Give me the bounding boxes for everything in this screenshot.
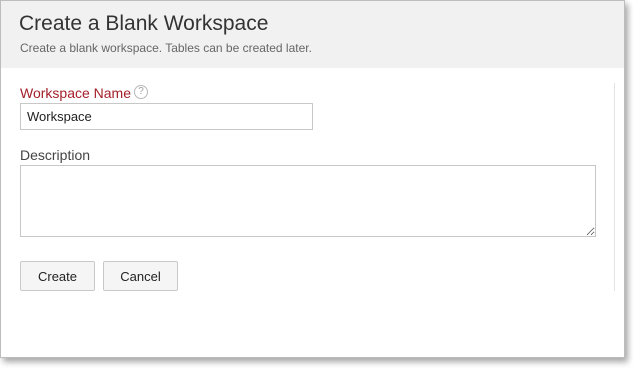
create-button[interactable]: Create bbox=[20, 261, 95, 291]
dialog-title: Create a Blank Workspace bbox=[19, 12, 269, 35]
create-workspace-dialog: Create a Blank Workspace Create a blank … bbox=[0, 0, 625, 358]
help-icon[interactable]: ? bbox=[134, 85, 148, 99]
description-textarea[interactable] bbox=[20, 165, 596, 237]
description-label: Description bbox=[20, 147, 91, 163]
workspace-name-input[interactable] bbox=[20, 103, 313, 130]
dialog-subtitle: Create a blank workspace. Tables can be … bbox=[20, 41, 312, 55]
cancel-button[interactable]: Cancel bbox=[103, 261, 178, 291]
workspace-name-label: Workspace Name bbox=[20, 85, 132, 101]
scroll-divider bbox=[614, 83, 615, 291]
dialog-header: Create a Blank Workspace Create a blank … bbox=[1, 1, 624, 68]
